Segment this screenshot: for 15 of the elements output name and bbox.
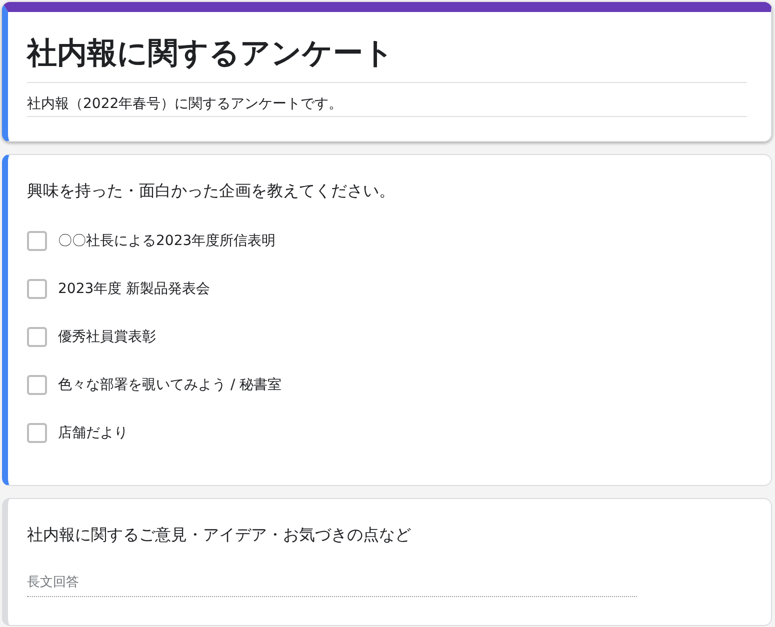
option-label: 店舗だより: [58, 424, 128, 442]
checkbox[interactable]: [27, 375, 47, 395]
option-label: 色々な部署を覗いてみよう / 秘書室: [58, 376, 282, 394]
checkbox[interactable]: [27, 327, 47, 347]
answer-field[interactable]: 長文回答: [27, 561, 637, 597]
checkbox[interactable]: [27, 279, 47, 299]
question-text: 社内報に関するご意見・アイデア・お気づきの点など: [27, 524, 412, 546]
form-title: 社内報に関するアンケート: [27, 34, 747, 83]
checkbox[interactable]: [27, 423, 47, 443]
option-label: 〇〇社長による2023年度所信表明: [58, 232, 276, 250]
option-label: 優秀社員賞表彰: [58, 328, 156, 346]
form-description: 社内報（2022年春号）に関するアンケートです。: [27, 83, 747, 117]
checkbox[interactable]: [27, 231, 47, 251]
option-label: 2023年度 新製品発表会: [58, 280, 210, 298]
question-text: 興味を持った・面白かった企画を教えてください。: [27, 180, 396, 202]
